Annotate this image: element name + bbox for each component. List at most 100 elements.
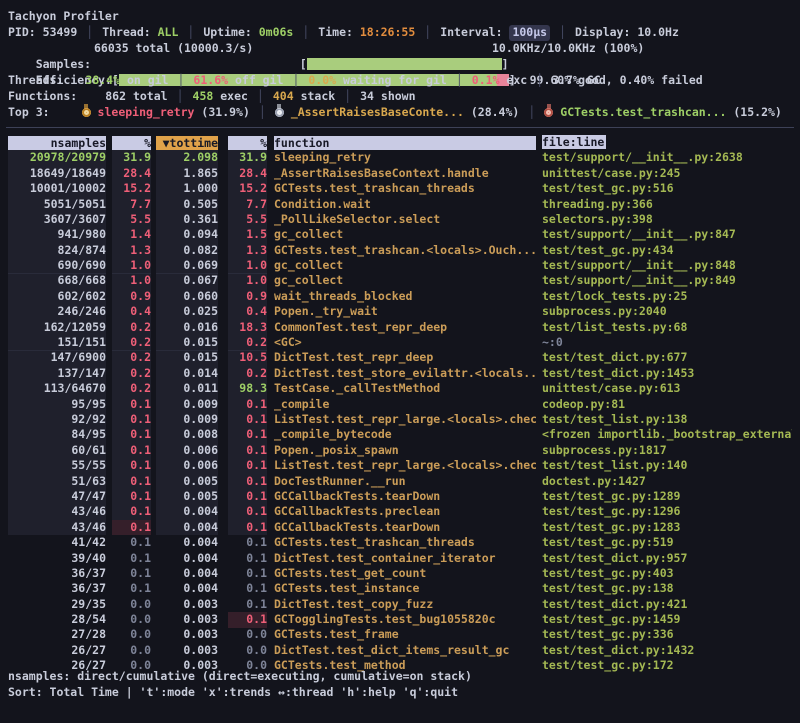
column-header-file-line[interactable]: file:line	[542, 135, 792, 151]
tottime-cell: 0.005	[156, 489, 218, 505]
table-row[interactable]: 36/370.10.0040.1GCTests.test_get_countte…	[0, 566, 800, 581]
cum-pct-cell: 5.5	[228, 212, 267, 228]
file-line-cell: test/test_gc.py:138	[542, 581, 792, 597]
table-row[interactable]: 60/610.10.0060.1Popen._posix_spawnsubpro…	[0, 443, 800, 458]
file-line-cell: test/support/__init__.py:2638	[542, 150, 792, 166]
nsamples-cell: 113/64670	[8, 381, 106, 397]
direct-pct-cell: 31.9	[112, 150, 151, 166]
direct-pct-cell: 0.2	[112, 350, 151, 366]
display-label: Display:	[575, 25, 630, 41]
table-row[interactable]: 41/420.10.0040.1GCTests.test_trashcan_th…	[0, 535, 800, 550]
divider: │	[250, 105, 275, 121]
direct-pct-cell: 1.4	[112, 227, 151, 243]
table-row[interactable]: 3607/36075.50.3615.5_PollLikeSelector.se…	[0, 212, 800, 227]
table-row[interactable]: 29/350.00.0030.1DictTest.test_copy_fuzzt…	[0, 597, 800, 612]
tottime-cell: 0.011	[156, 381, 218, 397]
table-row[interactable]: 162/120590.20.01618.3CommonTest.test_rep…	[0, 320, 800, 335]
table-row[interactable]: 137/1470.20.0140.2DictTest.test_store_ev…	[0, 366, 800, 381]
status-bar: PID: 53499 │ Thread: ALL │ Uptime: 0m06s…	[8, 25, 679, 41]
function-cell: Condition.wait	[274, 197, 536, 213]
table-row[interactable]: 51/630.10.0050.1DocTestRunner.__rundocte…	[0, 474, 800, 489]
table-row[interactable]: 147/69000.20.01510.5DictTest.test_repr_d…	[0, 350, 800, 365]
table-row[interactable]: 55/550.10.0060.1ListTest.test_repr_large…	[0, 458, 800, 473]
table-row[interactable]: 824/8741.30.0821.3GCTests.test_trashcan.…	[0, 243, 800, 258]
top3-item-1[interactable]: sleeping_retry (31.9%)	[82, 105, 250, 121]
function-cell: _compile	[274, 397, 536, 413]
table-row[interactable]: 10001/1000215.21.00015.2GCTests.test_tra…	[0, 181, 800, 196]
table-row[interactable]: 246/2460.40.0250.4Popen._try_waitsubproc…	[0, 304, 800, 319]
nsamples-cell: 27/28	[8, 627, 106, 643]
functions-shown-value: 34	[360, 89, 374, 103]
divider: │	[168, 89, 193, 105]
gold-medal-icon	[82, 108, 91, 117]
function-cell: GCTests.test_get_count	[274, 566, 536, 582]
column-header-cum-pct[interactable]: %	[228, 136, 267, 150]
table-row[interactable]: 5051/50517.70.5057.7Condition.waitthread…	[0, 197, 800, 212]
table-row[interactable]: 36/370.10.0040.1GCTests.test_instancetes…	[0, 581, 800, 596]
table-row[interactable]: 84/950.10.0080.1_compile_bytecode<frozen…	[0, 427, 800, 442]
direct-pct-cell: 15.2	[112, 181, 151, 197]
cum-pct-cell: 0.1	[228, 504, 267, 520]
table-row[interactable]: 47/470.10.0050.1GCCallbackTests.tearDown…	[0, 489, 800, 504]
table-row[interactable]: 27/280.00.0030.0GCTests.test_frametest/t…	[0, 628, 800, 643]
interval-value: 100μs	[509, 25, 550, 41]
table-row[interactable]: 941/9801.40.0941.5gc_collecttest/support…	[0, 227, 800, 242]
column-header-tottime-sorted[interactable]: ▼tottime	[156, 136, 218, 150]
table-row[interactable]: 92/920.10.0090.1ListTest.test_repr_large…	[0, 412, 800, 427]
direct-pct-cell: 0.0	[112, 627, 151, 643]
table-row[interactable]: 95/950.10.0090.1_compilecodeop.py:81	[0, 397, 800, 412]
divider: │	[168, 73, 193, 89]
table-row[interactable]: 602/6020.90.0600.9wait_threads_blockedte…	[0, 289, 800, 304]
table-row[interactable]: 151/1510.20.0150.2<GC>~:0	[0, 335, 800, 350]
file-line-cell: doctest.py:1427	[542, 474, 792, 490]
table-row[interactable]: 43/460.10.0040.1GCCallbackTests.preclean…	[0, 504, 800, 519]
cum-pct-cell: 0.1	[228, 581, 267, 597]
cum-pct-cell: 15.2	[228, 181, 267, 197]
table-row[interactable]: 43/460.10.0040.1GCCallbackTests.tearDown…	[0, 520, 800, 535]
top3-item-3[interactable]: GCTests.test_trashcan... (15.2%)	[544, 105, 782, 121]
thread-value[interactable]: ALL	[158, 25, 179, 41]
tottime-cell: 0.016	[156, 320, 218, 336]
file-line-cell: test/test_dict.py:421	[542, 597, 792, 613]
top3-name: _AssertRaisesBaseConte...	[291, 105, 464, 119]
file-line-cell: ~:0	[542, 335, 792, 351]
divider: │	[283, 73, 308, 89]
uptime-value: 0m06s	[259, 25, 294, 41]
function-cell: ListTest.test_repr_large.<locals>.check	[274, 412, 536, 428]
top3-item-2[interactable]: _AssertRaisesBaseConte... (28.4%)	[275, 105, 520, 121]
table-row[interactable]: 690/6901.00.0691.0gc_collecttest/support…	[0, 258, 800, 273]
direct-pct-cell: 0.2	[112, 366, 151, 382]
file-line-cell: codeop.py:81	[542, 397, 792, 413]
exc-value: 0.1%	[472, 73, 500, 87]
function-cell: DictTest.test_dict_items_result_gc	[274, 643, 536, 659]
functions-total-label: total	[126, 89, 168, 103]
column-header-function[interactable]: function	[274, 136, 536, 150]
cum-pct-cell: 0.0	[228, 643, 267, 659]
table-row[interactable]: 26/270.00.0030.0DictTest.test_dict_items…	[0, 643, 800, 658]
column-header-direct-pct[interactable]: %	[112, 136, 151, 150]
tottime-cell: 0.003	[156, 627, 218, 643]
pid-label: PID:	[8, 25, 36, 41]
top3-name: GCTests.test_trashcan...	[560, 105, 726, 119]
file-line-cell: selectors.py:398	[542, 212, 792, 228]
nsamples-cell: 28/54	[8, 612, 106, 628]
tottime-cell: 0.004	[156, 504, 218, 520]
table-row[interactable]: 20978/2097931.92.09831.9sleeping_retryte…	[0, 150, 800, 165]
off-gil-value: 61.6%	[193, 73, 228, 87]
table-row[interactable]: 28/540.00.0030.1GCTogglingTests.test_bug…	[0, 612, 800, 627]
display-value: 10.0Hz	[637, 25, 679, 41]
profiler-table-body: 20978/2097931.92.09831.9sleeping_retryte…	[0, 150, 800, 673]
file-line-cell: threading.py:366	[542, 197, 792, 213]
function-cell: DictTest.test_repr_deep	[274, 350, 536, 366]
table-row[interactable]: 668/6681.00.0671.0gc_collecttest/support…	[0, 274, 800, 289]
cum-pct-cell: 0.1	[228, 597, 267, 613]
cum-pct-cell: 0.1	[228, 520, 267, 536]
footer-legend: nsamples: direct/cumulative (direct=exec…	[8, 669, 472, 685]
table-row[interactable]: 113/646700.20.01198.3TestCase._callTestM…	[0, 381, 800, 396]
functions-label: Functions:	[8, 89, 77, 105]
table-row[interactable]: 18649/1864928.41.86528.4_AssertRaisesBas…	[0, 166, 800, 181]
direct-pct-cell: 0.9	[112, 289, 151, 305]
column-header-nsamples[interactable]: nsamples	[8, 136, 106, 150]
divider: │	[527, 73, 552, 89]
table-row[interactable]: 39/400.10.0040.1DictTest.test_container_…	[0, 551, 800, 566]
